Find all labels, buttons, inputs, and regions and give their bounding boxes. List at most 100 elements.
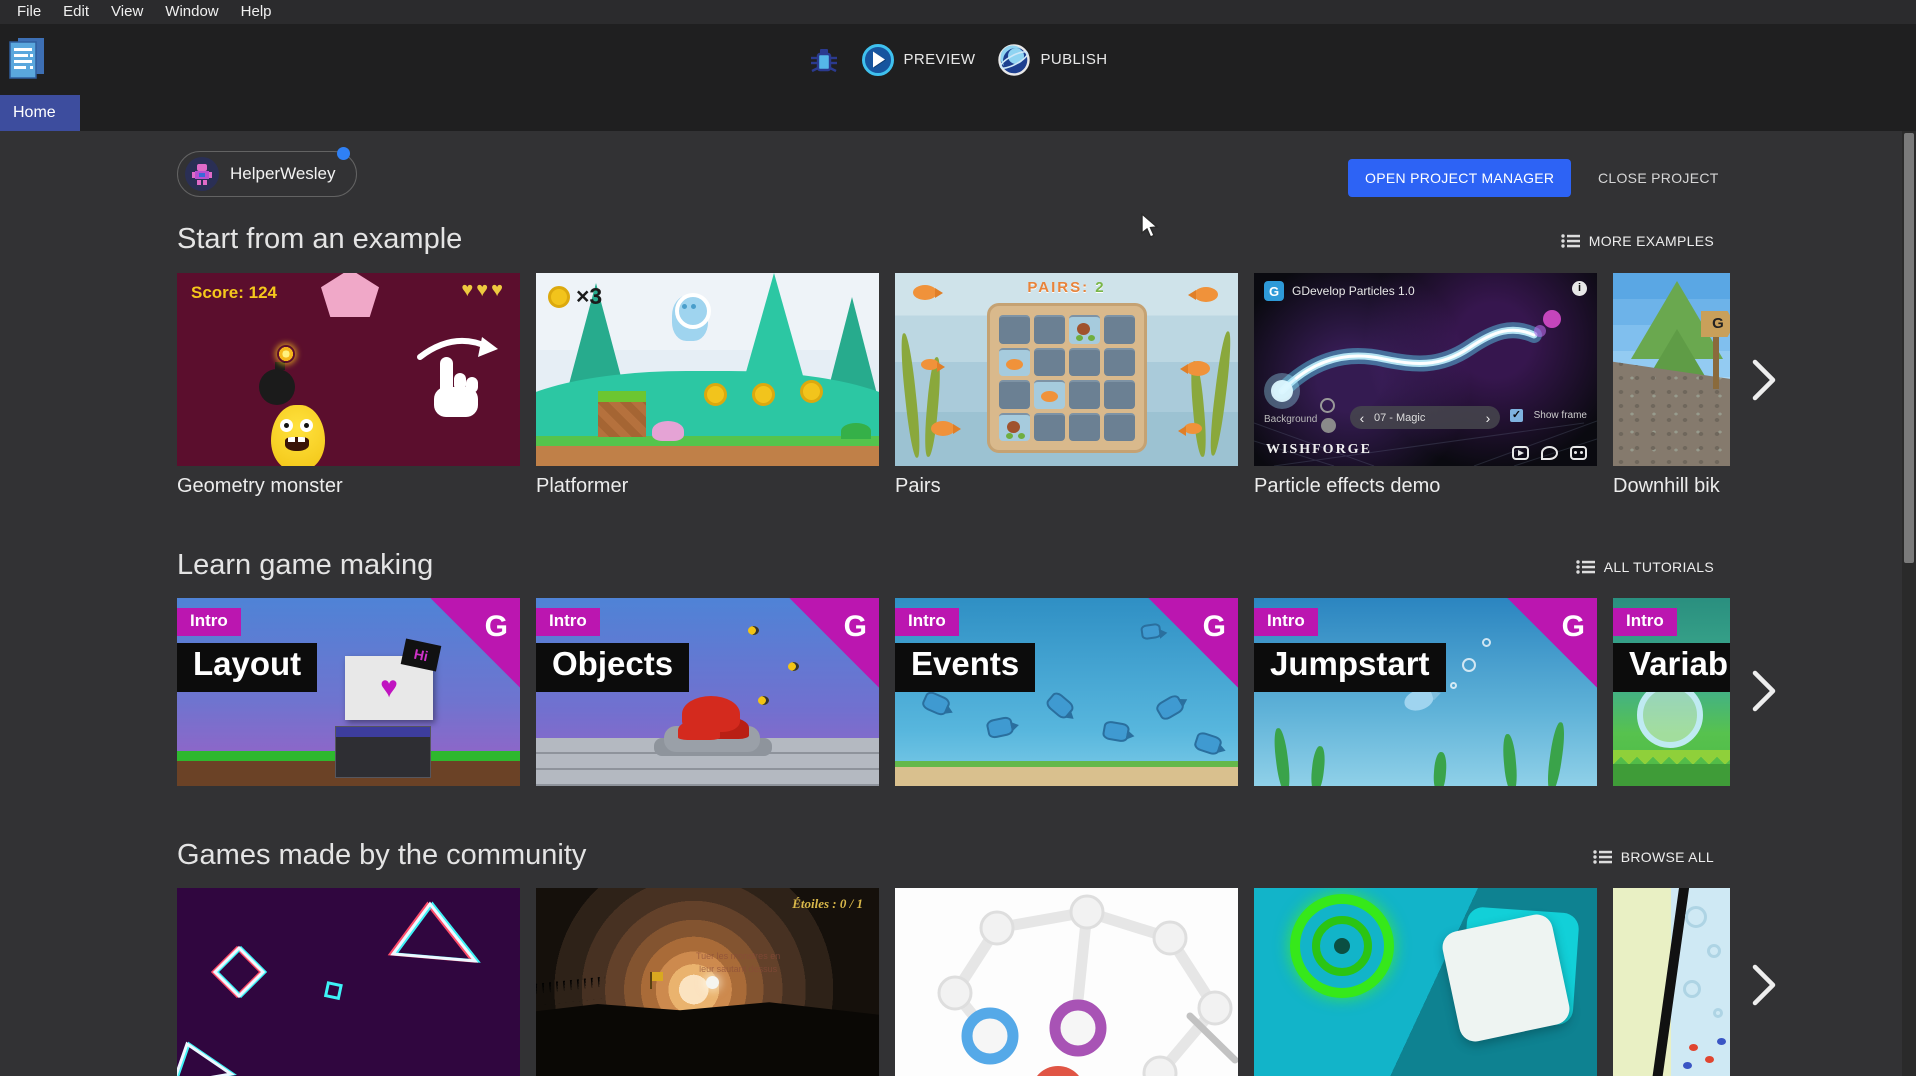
platformer-thumbnail: ×3 [536,273,879,466]
bubble [1685,906,1707,928]
publish-button[interactable]: PUBLISH [997,43,1107,77]
tutorial-title: Objects [536,643,689,692]
coin-counter: ×3 [548,283,602,310]
pixel-fish [920,690,951,718]
neon-game-thumbnail [177,888,520,1076]
tutorial-card-jumpstart[interactable]: G Intro Jumpstart [1254,598,1597,786]
hint-text: Tuer les monstres en leur sautant dessus [696,950,780,976]
open-project-manager-button[interactable]: OPEN PROJECT MANAGER [1348,159,1571,197]
menu-window[interactable]: Window [154,0,229,24]
fish [913,285,937,300]
example-card-geometry-monster[interactable]: Score: 124 ♥♥♥ [177,273,520,498]
username: HelperWesley [230,164,336,184]
examples-scroll-right-button[interactable] [1741,357,1787,403]
tutorial-title: Events [895,643,1035,692]
background-label: Background [1264,414,1317,425]
example-card-label: Particle effects demo [1254,475,1597,498]
goal-sign: G [1701,311,1730,337]
hex-network [895,888,1238,1076]
score-text: Score: 124 [191,283,277,303]
menu-edit[interactable]: Edit [52,0,100,24]
fish [1186,361,1210,376]
hearts-icons: ♥♥♥ [461,279,506,302]
community-card-2[interactable]: Étoiles : 0 / 1 Tuer les monstres en leu… [536,888,879,1076]
tab-strip: Home [0,95,1916,131]
red-goo [682,696,740,732]
community-card-5[interactable] [1613,888,1730,1076]
notification-dot [337,147,350,160]
fish [1184,423,1202,434]
example-card-pairs[interactable]: PAIRS: 2 [895,273,1238,498]
tutorial-title: Variab [1613,643,1730,692]
gdevelop-logo-icon: G [485,610,508,644]
show-frame-label: Show frame [1534,410,1587,421]
blue-fish [1683,1062,1692,1069]
spike-strip [1613,750,1730,764]
coin [752,383,775,406]
effect-name: 07 - Magic [1374,412,1476,424]
ground-strip [536,436,879,466]
mouse-cursor [1140,213,1162,239]
community-card-3[interactable] [895,888,1238,1076]
community-scroll-right-button[interactable] [1741,962,1787,1008]
seaweed [1545,722,1567,786]
toolbar: PREVIEW PUBLISH [0,24,1916,95]
example-card-downhill-bike[interactable]: G Downhill bik [1613,273,1730,498]
preview-button[interactable]: PREVIEW [861,43,976,77]
coin [800,380,823,403]
community-card-1[interactable] [177,888,520,1076]
debug-icon[interactable] [809,45,839,75]
example-card-label: Geometry monster [177,475,520,498]
background-swatch-outline [1320,398,1335,413]
glowing-orb [706,976,719,989]
more-examples-button[interactable]: MORE EXAMPLES [1560,233,1714,249]
fish [1194,287,1218,302]
browse-all-button[interactable]: BROWSE ALL [1592,849,1714,865]
tutorial-card-events[interactable]: G Intro Events [895,598,1238,786]
scrollbar-thumb[interactable] [1904,133,1914,563]
gdevelop-logo-icon: G [1203,610,1226,644]
sand-strip [895,766,1238,786]
intro-badge: Intro [177,608,241,636]
bubble [1450,682,1457,689]
platform-block [598,391,646,437]
info-icon: i [1572,281,1587,296]
demo-title: GDevelop Particles 1.0 [1292,284,1415,298]
publish-label: PUBLISH [1040,51,1107,68]
pixel-fish [985,716,1014,740]
bubble [1683,980,1701,998]
example-card-label: Platformer [536,475,879,498]
pixel-fish [1193,730,1224,756]
flag [652,972,663,981]
community-card-4[interactable] [1254,888,1597,1076]
example-card-particle-effects[interactable]: G GDevelop Particles 1.0 i Background ‹ … [1254,273,1597,498]
bubbles-game-thumbnail [1613,888,1730,1076]
preview-play-icon [861,43,895,77]
user-profile-chip[interactable]: HelperWesley [177,151,357,197]
example-card-platformer[interactable]: ×3 Platformer [536,273,879,498]
all-tutorials-button[interactable]: ALL TUTORIALS [1575,559,1714,575]
bubble [1713,1008,1723,1018]
hex-puzzle-thumbnail [895,888,1238,1076]
menu-file[interactable]: File [6,0,52,24]
intro-badge: Intro [536,608,600,636]
menu-help[interactable]: Help [230,0,283,24]
tutorials-scroll-right-button[interactable] [1741,668,1787,714]
pixel-fish [1154,693,1186,722]
teal-game-thumbnail [1254,888,1597,1076]
bee [788,662,799,671]
menu-view[interactable]: View [100,0,154,24]
tutorial-card-variables[interactable]: G Intro Variab +1 [1613,598,1730,786]
close-project-button[interactable]: CLOSE PROJECT [1598,159,1719,197]
intro-badge: Intro [1254,608,1318,636]
tutorial-card-layout[interactable]: G Intro Layout ♥ Hi [177,598,520,786]
example-card-label: Pairs [895,475,1238,498]
twitter-icon [1541,446,1558,460]
tutorial-card-objects[interactable]: G Intro Objects [536,598,879,786]
demo-title-row: G GDevelop Particles 1.0 [1264,281,1415,301]
tab-home[interactable]: Home [0,95,80,131]
pixel-fish [1102,720,1131,743]
tutorials-section-title: Learn game making [177,549,433,582]
variables-tutorial-thumbnail: G Intro Variab +1 [1613,598,1730,786]
wishforge-logo: WISHFORGE [1266,442,1372,458]
